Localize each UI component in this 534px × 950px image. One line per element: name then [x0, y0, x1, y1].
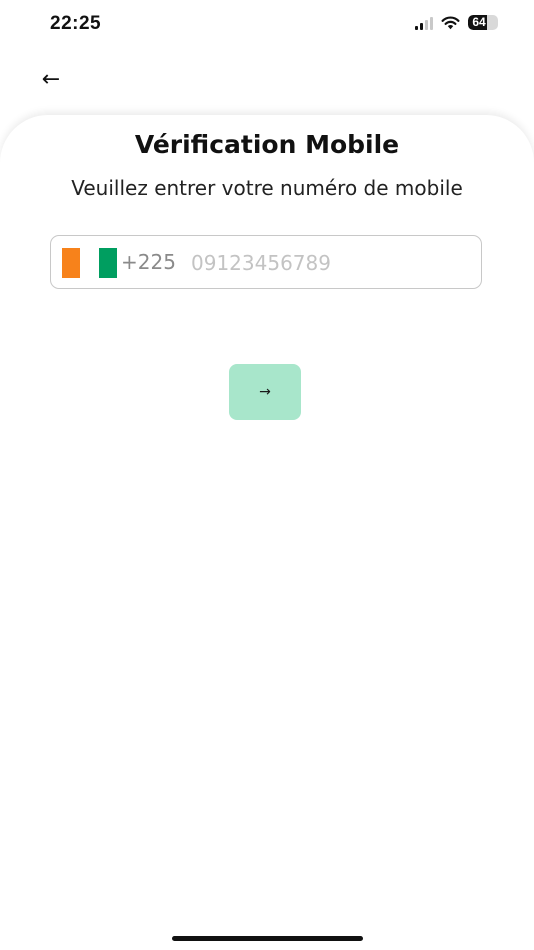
wifi-icon: [441, 16, 460, 29]
flag-stripe-white: [80, 248, 99, 278]
screen: 22:25 64 ← Vérification Mobile Veuillez …: [0, 0, 534, 950]
flag-stripe-green: [98, 248, 117, 278]
next-button[interactable]: →: [229, 364, 301, 420]
phone-field[interactable]: +225: [50, 235, 482, 289]
back-button[interactable]: ←: [34, 62, 68, 96]
country-code[interactable]: +225: [121, 250, 176, 274]
status-icons: 64: [415, 15, 498, 30]
status-time: 22:25: [50, 13, 102, 34]
home-indicator: [172, 936, 363, 941]
page-subtitle: Veuillez entrer votre numéro de mobile: [71, 176, 463, 200]
phone-input[interactable]: [191, 244, 471, 282]
signal-icon: [415, 16, 433, 30]
status-bar: 22:25 64: [0, 0, 534, 50]
page-title: Vérification Mobile: [134, 130, 400, 159]
flag-icon[interactable]: [62, 248, 117, 278]
battery-icon: 64: [468, 15, 498, 30]
flag-stripe-orange: [62, 248, 81, 278]
battery-level: 64: [472, 15, 486, 29]
